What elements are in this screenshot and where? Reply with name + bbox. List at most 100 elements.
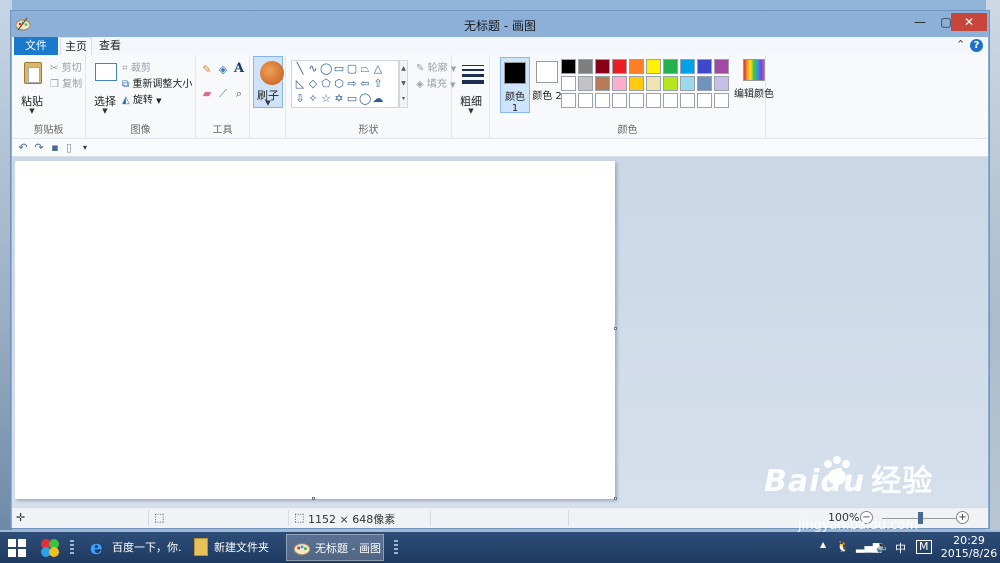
palette-swatch[interactable] (680, 59, 695, 74)
oval-callout-shape-icon[interactable]: ◯ (359, 93, 371, 105)
size-button[interactable]: 粗细 ▼ (454, 57, 488, 117)
rectangle-shape-icon[interactable]: ▭ (333, 63, 345, 75)
customize-toolbar-icon[interactable]: ▾ (78, 141, 92, 155)
palette-swatch[interactable] (680, 93, 695, 108)
eraser-icon[interactable]: ▰ (200, 87, 214, 101)
color-picker-icon[interactable]: ⟋ (216, 87, 230, 101)
diamond-shape-icon[interactable]: ◇ (307, 78, 319, 90)
triangle-shape-icon[interactable]: △ (372, 63, 384, 75)
left-arrow-shape-icon[interactable]: ⇦ (359, 78, 371, 90)
palette-swatch[interactable] (714, 59, 729, 74)
edit-colors-button[interactable]: 编辑颜色 (734, 59, 774, 100)
palette-swatch[interactable] (663, 76, 678, 91)
hexagon-shape-icon[interactable]: ⬡ (333, 78, 345, 90)
five-point-star-shape-icon[interactable]: ☆ (320, 93, 332, 105)
palette-swatch[interactable] (646, 59, 661, 74)
rotate-button[interactable]: ◭ 旋转 ▼ (122, 91, 161, 106)
tray-overflow-icon[interactable]: ▲ (820, 540, 826, 549)
taskbar-app-paint[interactable]: 无标题 - 画图 (286, 534, 384, 561)
curve-shape-icon[interactable]: ∿ (307, 63, 319, 75)
outline-button[interactable]: ✎ 轮廓 ▼ (416, 59, 456, 74)
taskbar-app-ie[interactable]: e 百度一下，你... (84, 534, 182, 561)
rect-callout-shape-icon[interactable]: ▭ (346, 93, 358, 105)
resize-handle-corner[interactable] (614, 497, 617, 500)
palette-swatch[interactable] (595, 93, 610, 108)
color1-button[interactable]: 颜色 1 (500, 57, 530, 114)
palette-swatch[interactable] (629, 59, 644, 74)
right-triangle-shape-icon[interactable]: ◺ (294, 78, 306, 90)
up-arrow-shape-icon[interactable]: ⇧ (372, 78, 384, 90)
minimize-button[interactable]: — (907, 13, 933, 31)
cut-button[interactable]: ✂ 剪切 (50, 59, 82, 74)
help-icon[interactable]: ? (970, 39, 983, 52)
palette-swatch[interactable] (578, 59, 593, 74)
palette-swatch[interactable] (612, 59, 627, 74)
palette-swatch[interactable] (578, 76, 593, 91)
taskbar-app-explorer[interactable]: 新建文件夹 (186, 534, 282, 561)
pentagon-shape-icon[interactable]: ⬠ (320, 78, 332, 90)
four-point-star-shape-icon[interactable]: ✧ (307, 93, 319, 105)
palette-swatch[interactable] (646, 93, 661, 108)
tab-home[interactable]: 主页 (60, 37, 92, 55)
fill-bucket-icon[interactable]: ◈ (216, 63, 230, 77)
six-point-star-shape-icon[interactable]: ✡ (333, 93, 345, 105)
magnifier-icon[interactable]: ⌕ (232, 87, 246, 101)
rounded-rectangle-shape-icon[interactable]: ▢ (346, 63, 358, 75)
color2-button[interactable]: 颜色 2 (532, 57, 562, 113)
oval-shape-icon[interactable]: ◯ (320, 63, 332, 75)
app-store-icon[interactable] (40, 538, 60, 558)
close-button[interactable]: ✕ (951, 13, 987, 31)
palette-swatch[interactable] (612, 93, 627, 108)
redo-icon[interactable]: ↷ (32, 141, 46, 155)
polygon-shape-icon[interactable]: ⏢ (359, 63, 371, 75)
windows-start-icon[interactable] (8, 539, 26, 557)
drawing-canvas[interactable] (15, 161, 615, 499)
crop-button[interactable]: ⌗ 裁剪 (122, 59, 151, 74)
resize-button[interactable]: ⧉ 重新调整大小 (122, 75, 192, 90)
palette-swatch[interactable] (663, 93, 678, 108)
palette-swatch[interactable] (578, 93, 593, 108)
palette-swatch[interactable] (629, 93, 644, 108)
palette-swatch[interactable] (612, 76, 627, 91)
paste-button[interactable]: 粘贴 ▼ (14, 57, 50, 117)
brushes-button[interactable]: 刷子 ▼ (253, 56, 284, 108)
palette-swatch[interactable] (697, 59, 712, 74)
palette-swatch[interactable] (680, 76, 695, 91)
resize-handle-bottom[interactable] (312, 497, 315, 500)
pencil-icon[interactable]: ✎ (200, 63, 214, 77)
copy-button[interactable]: ❐ 复制 (50, 75, 82, 90)
palette-swatch[interactable] (561, 59, 576, 74)
volume-icon[interactable]: 🔈 (876, 540, 890, 553)
palette-swatch[interactable] (697, 76, 712, 91)
palette-swatch[interactable] (697, 93, 712, 108)
down-arrow-shape-icon[interactable]: ⇩ (294, 93, 306, 105)
palette-swatch[interactable] (663, 59, 678, 74)
ime-mode[interactable]: 中 (895, 540, 906, 556)
palette-swatch[interactable] (561, 93, 576, 108)
undo-icon[interactable]: ↶ (16, 141, 30, 155)
zoom-in-icon[interactable]: + (956, 511, 969, 524)
select-button[interactable]: 选择 ▼ (88, 57, 122, 117)
save-icon[interactable]: ▪ (48, 141, 62, 155)
palette-swatch[interactable] (595, 59, 610, 74)
palette-swatch[interactable] (629, 76, 644, 91)
fill-button[interactable]: ◈ 填充 ▼ (416, 75, 455, 90)
text-tool-icon[interactable]: A (232, 62, 246, 76)
palette-swatch[interactable] (646, 76, 661, 91)
palette-swatch[interactable] (714, 93, 729, 108)
zoom-slider-thumb[interactable] (918, 512, 923, 524)
resize-handle-right[interactable] (614, 327, 617, 330)
new-document-icon[interactable]: ▯ (62, 141, 76, 155)
ime-indicator[interactable]: M (916, 540, 932, 554)
right-arrow-shape-icon[interactable]: ⇨ (346, 78, 358, 90)
shapes-scrollbar[interactable]: ▲ ▼ ▾ (399, 60, 408, 108)
palette-swatch[interactable] (714, 76, 729, 91)
tab-file[interactable]: 文件 (14, 37, 58, 55)
line-shape-icon[interactable]: ╲ (294, 63, 306, 75)
palette-swatch[interactable] (561, 76, 576, 91)
chevron-up-icon[interactable]: ⌃ (956, 38, 965, 51)
tab-view[interactable]: 查看 (94, 37, 126, 55)
taskbar-clock[interactable]: 20:29 2015/8/26 (940, 534, 998, 560)
palette-swatch[interactable] (595, 76, 610, 91)
qq-icon[interactable]: 🐧 (836, 540, 850, 553)
